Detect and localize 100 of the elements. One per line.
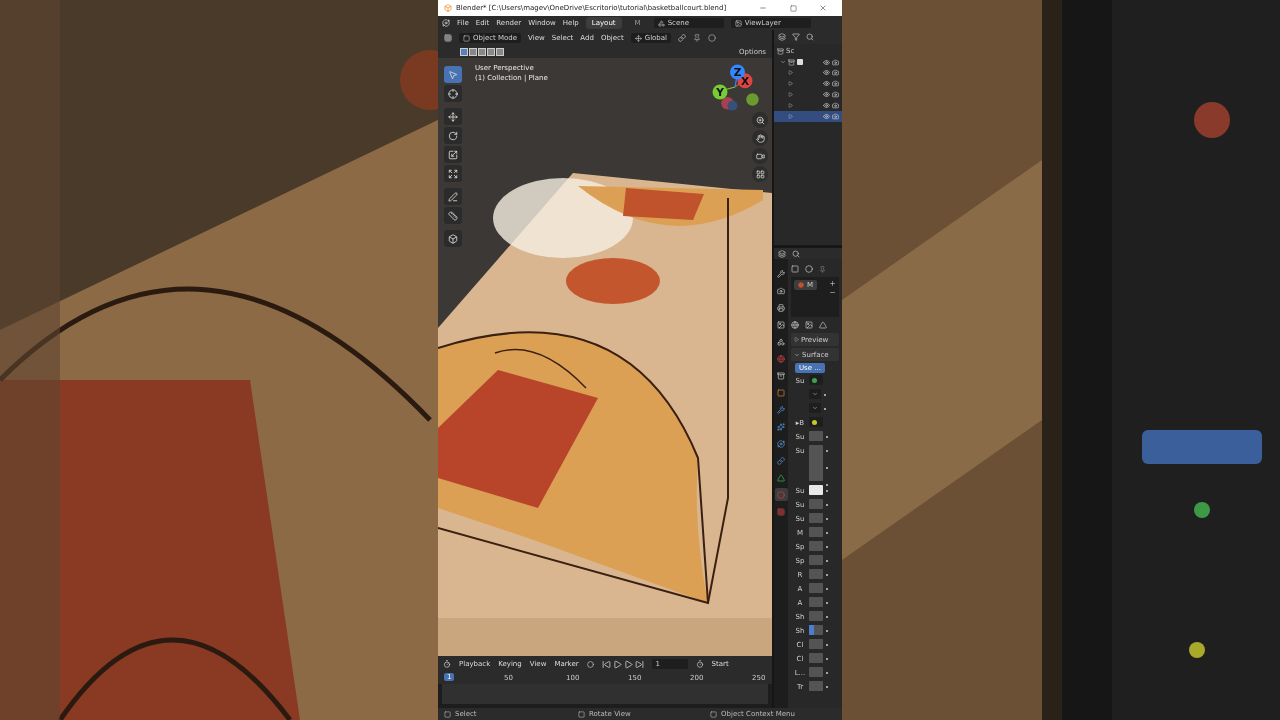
- properties-tab[interactable]: [774, 454, 788, 467]
- properties-tab[interactable]: [774, 352, 788, 365]
- eye-icon: [823, 69, 830, 77]
- value-field[interactable]: [809, 625, 823, 635]
- chevron-icon: [812, 391, 818, 397]
- close-icon: [819, 4, 827, 12]
- properties-tab[interactable]: [774, 318, 788, 331]
- maximize-icon: [789, 4, 797, 12]
- pen-icon: [448, 191, 458, 202]
- checkbox[interactable]: [797, 59, 803, 66]
- crosshair-icon: [448, 88, 458, 99]
- eye-icon: [823, 101, 830, 109]
- expand-icon: [448, 168, 458, 179]
- chevron-icon: [794, 337, 799, 342]
- cube-icon: [448, 233, 458, 244]
- vector-field[interactable]: [809, 445, 823, 481]
- value-field[interactable]: [809, 611, 823, 621]
- tool-button[interactable]: [444, 66, 462, 83]
- search-icon: [806, 33, 814, 41]
- material-ball-icon: [798, 282, 804, 288]
- properties-tab[interactable]: [774, 420, 788, 433]
- zoom-icon: [755, 115, 765, 125]
- value-field[interactable]: [809, 681, 823, 691]
- shapes-icon: [777, 337, 785, 346]
- value-field[interactable]: [809, 569, 823, 579]
- value-field[interactable]: [809, 639, 823, 649]
- minimize-icon: [759, 4, 767, 12]
- properties-tab[interactable]: [774, 386, 788, 399]
- pin-icon: [819, 265, 826, 273]
- printer-icon: [777, 303, 785, 312]
- play-icon: [623, 659, 633, 669]
- search-icon: [792, 249, 800, 258]
- collection-icon: [788, 58, 795, 66]
- rotate-icon: [448, 130, 458, 141]
- properties-tab[interactable]: [774, 267, 788, 280]
- axis-gizmo[interactable]: X Y Z: [710, 62, 770, 122]
- properties-tab[interactable]: [774, 403, 788, 416]
- scale-icon: [448, 149, 458, 160]
- link-icon: [777, 456, 785, 465]
- sparkles-icon: [777, 422, 785, 431]
- value-field[interactable]: [809, 583, 823, 593]
- jump-end-icon: [634, 659, 644, 669]
- tool-button[interactable]: [444, 146, 462, 163]
- wrench-icon: [777, 405, 785, 414]
- value-field[interactable]: [809, 667, 823, 677]
- socket-field[interactable]: [809, 375, 823, 385]
- value-field[interactable]: [809, 513, 823, 523]
- collection-icon: [777, 47, 784, 55]
- camera-icon: [832, 69, 839, 77]
- image-icon: [805, 321, 813, 329]
- tool-button[interactable]: [444, 188, 462, 205]
- scene-icon: [657, 19, 665, 27]
- camera-icon: [832, 101, 839, 109]
- image-icon: [777, 320, 785, 329]
- add-icon: [829, 280, 836, 287]
- record-icon: [586, 660, 594, 668]
- wrench-icon: [777, 269, 785, 278]
- object-icon: [791, 265, 799, 273]
- tool-button[interactable]: [444, 85, 462, 102]
- properties-tab[interactable]: [774, 437, 788, 450]
- socket-field[interactable]: [809, 417, 823, 427]
- jump-start-icon: [601, 659, 611, 669]
- grid-icon: [755, 169, 765, 179]
- camera-icon: [832, 80, 839, 88]
- eye-icon: [823, 91, 830, 99]
- hand-icon: [755, 133, 765, 143]
- properties-tab[interactable]: [774, 335, 788, 348]
- tool-button[interactable]: [444, 108, 462, 125]
- image-icon: [734, 19, 742, 27]
- color-swatch[interactable]: [809, 485, 823, 495]
- dropdown[interactable]: [809, 389, 821, 399]
- value-field[interactable]: [809, 499, 823, 509]
- value-field[interactable]: [809, 527, 823, 537]
- move-icon: [448, 111, 458, 122]
- chevron-icon: [812, 405, 818, 411]
- eye-icon: [823, 80, 830, 88]
- eye-icon: [823, 58, 830, 66]
- eye-icon: [823, 112, 830, 120]
- value-field[interactable]: [809, 431, 823, 441]
- tool-button[interactable]: [444, 230, 462, 247]
- value-field[interactable]: [809, 653, 823, 663]
- checker-icon: [777, 507, 785, 516]
- value-field[interactable]: [809, 555, 823, 565]
- mode-icon: [463, 34, 470, 42]
- tool-button[interactable]: [444, 165, 462, 182]
- camera-icon: [832, 112, 839, 120]
- orbit-icon: [777, 439, 785, 448]
- properties-tab[interactable]: [774, 471, 788, 484]
- tool-button[interactable]: [444, 127, 462, 144]
- outliner-row[interactable]: [774, 110, 842, 122]
- properties-tab[interactable]: [774, 369, 788, 382]
- value-field[interactable]: [809, 597, 823, 607]
- archive-icon: [777, 371, 785, 380]
- pointer-icon: [448, 69, 458, 80]
- value-field[interactable]: [809, 541, 823, 551]
- tool-button[interactable]: [444, 207, 462, 224]
- triangle-icon: [777, 473, 785, 482]
- axes-icon: [634, 34, 642, 42]
- square-icon: [777, 388, 785, 397]
- properties-tab[interactable]: [774, 301, 788, 314]
